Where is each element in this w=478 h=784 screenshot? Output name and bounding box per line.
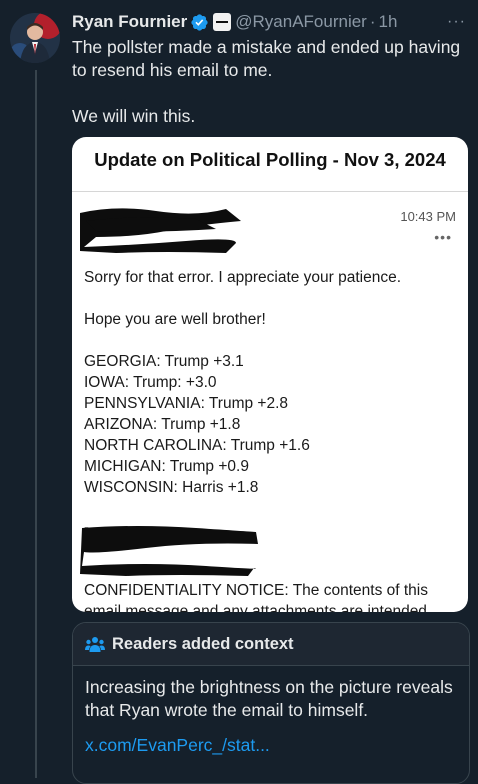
community-note-title: Readers added context (112, 634, 294, 653)
avatar[interactable] (10, 13, 60, 63)
signature-redaction-scribble (80, 526, 258, 576)
affiliate-badge-icon[interactable] (213, 13, 232, 31)
tweet-text: The pollster made a mistake and ended up… (72, 36, 472, 128)
more-options-icon[interactable]: ··· (447, 13, 466, 31)
poll-result: MICHIGAN: Trump +0.9 (84, 458, 249, 475)
email-wellwish: Hope you are well brother! (84, 311, 266, 328)
people-icon (85, 637, 105, 652)
handle[interactable]: @RyanAFournier (235, 12, 367, 32)
poll-result: WISCONSIN: Harris +1.8 (84, 479, 259, 496)
community-note-header: Readers added context (73, 623, 469, 666)
separator-dot: · (369, 12, 376, 31)
poll-result: ARIZONA: Trump +1.8 (84, 416, 241, 433)
email-more-icon: ••• (434, 229, 452, 245)
community-note-text: Increasing the brightness on the picture… (85, 677, 453, 720)
media-divider (72, 191, 468, 192)
poll-result: NORTH CAROLINA: Trump +1.6 (84, 437, 310, 454)
thread-line (35, 70, 37, 778)
tweet-header: Ryan Fournier @RyanAFournier · 1h ··· (72, 11, 466, 33)
tweet-text-line-1: The pollster made a mistake and ended up… (72, 37, 461, 80)
confidentiality-notice: CONFIDENTIALITY NOTICE: The contents of … (84, 582, 428, 612)
media-image[interactable]: Update on Political Polling - Nov 3, 202… (72, 137, 468, 612)
email-time: 10:43 PM (400, 209, 456, 224)
email-subject: Update on Political Polling - Nov 3, 202… (94, 149, 446, 170)
tweet-text-line-2: We will win this. (72, 106, 196, 126)
poll-result: GEORGIA: Trump +3.1 (84, 353, 244, 370)
display-name[interactable]: Ryan Fournier (72, 12, 187, 32)
email-body: Sorry for that error. I appreciate your … (84, 267, 464, 498)
email-greeting: Sorry for that error. I appreciate your … (84, 269, 402, 286)
timestamp[interactable]: 1h (379, 12, 398, 32)
avatar-image (10, 13, 60, 63)
community-note-link[interactable]: x.com/EvanPerc_/stat... (85, 734, 457, 757)
community-note: Readers added context Increasing the bri… (72, 622, 470, 784)
poll-result: PENNSYLVANIA: Trump +2.8 (84, 395, 289, 412)
poll-result: IOWA: Trump: +3.0 (84, 374, 217, 391)
verified-badge-icon[interactable] (190, 13, 209, 32)
sender-redaction-scribble (80, 208, 241, 253)
community-note-body: Increasing the brightness on the picture… (73, 666, 469, 757)
